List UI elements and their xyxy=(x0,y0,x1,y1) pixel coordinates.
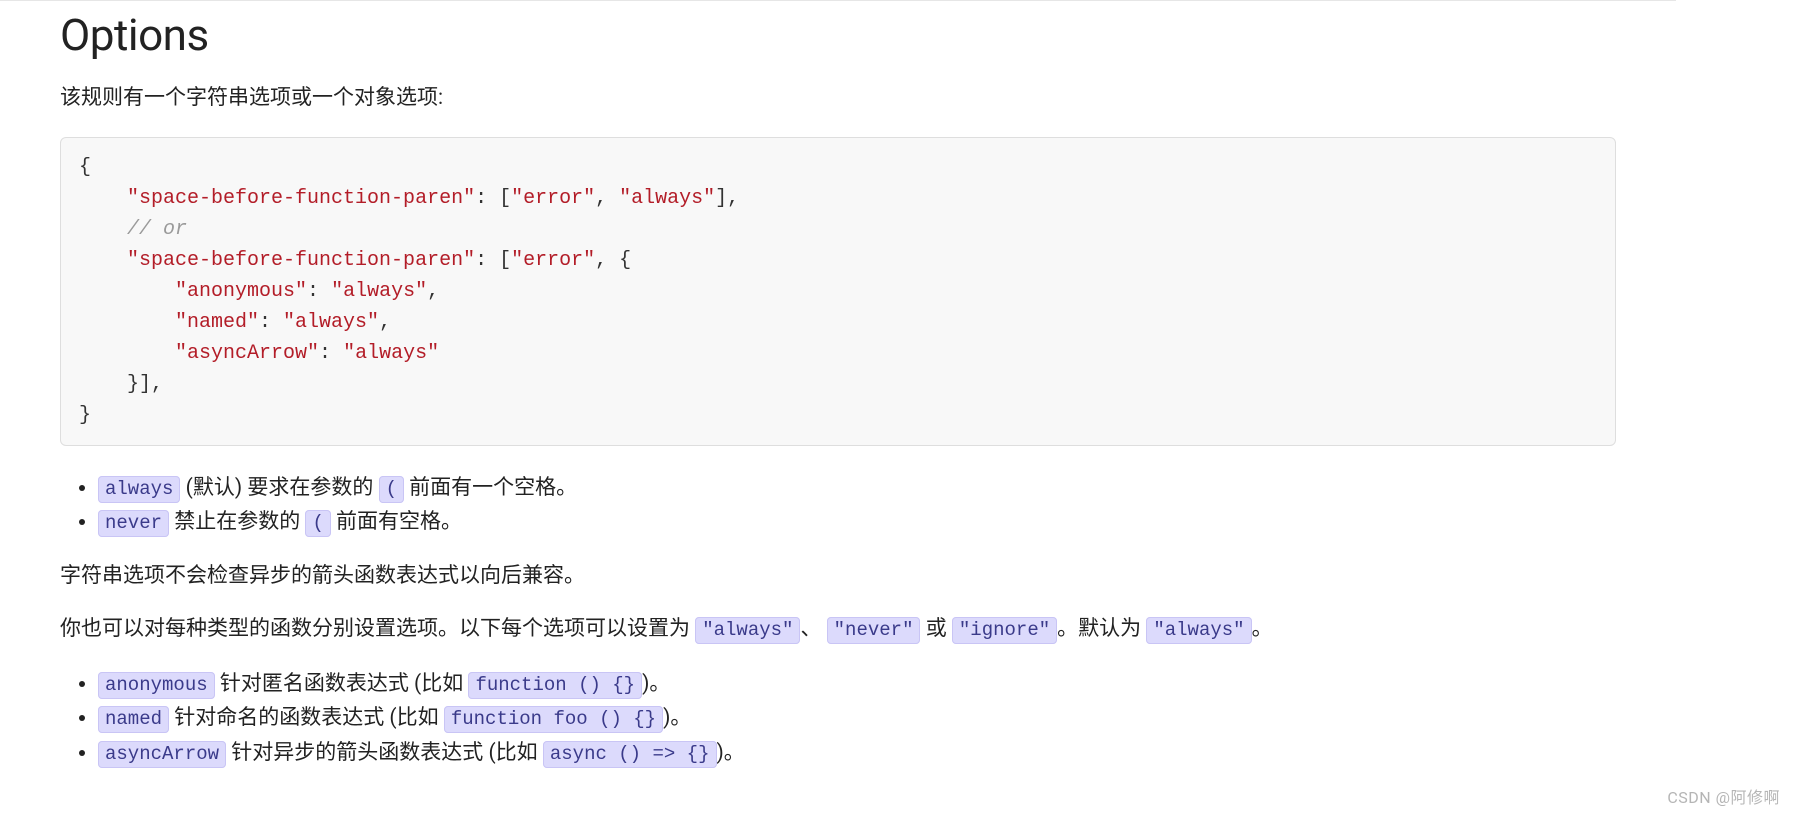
paragraph-text: 、 xyxy=(800,617,821,641)
code-inline-never: never xyxy=(98,510,169,537)
list-item-text: 禁止在参数的 xyxy=(169,510,305,534)
list-item-text: 针对异步的箭头函数表达式 (比如 xyxy=(226,741,543,765)
paragraph: 你也可以对每种类型的函数分别设置选项。以下每个选项可以设置为 "always"、… xyxy=(60,614,1616,646)
options-list-2: anonymous 针对匿名函数表达式 (比如 function () {})。… xyxy=(60,668,1616,770)
code-inline-always: always xyxy=(98,476,180,503)
code-inline-anonymous: anonymous xyxy=(98,672,215,699)
list-item-text: 针对命名的函数表达式 (比如 xyxy=(169,706,444,730)
list-item-text: (默认) 要求在参数的 xyxy=(180,476,378,500)
paragraph-text: 你也可以对每种类型的函数分别设置选项。以下每个选项可以设置为 xyxy=(60,617,695,641)
list-item-text: 针对匿名函数表达式 (比如 xyxy=(215,672,469,696)
code-inline-never-quoted: "never" xyxy=(827,617,921,644)
list-item-text: 前面有空格。 xyxy=(331,510,462,534)
list-item: asyncArrow 针对异步的箭头函数表达式 (比如 async () => … xyxy=(98,737,1616,770)
list-item: always (默认) 要求在参数的 ( 前面有一个空格。 xyxy=(98,472,1616,505)
code-inline-paren: ( xyxy=(305,510,330,537)
code-inline-example: function foo () {} xyxy=(444,706,663,733)
options-list-1: always (默认) 要求在参数的 ( 前面有一个空格。 never 禁止在参… xyxy=(60,472,1616,539)
code-inline-always-quoted: "always" xyxy=(1146,617,1251,644)
code-inline-always-quoted: "always" xyxy=(695,617,800,644)
paragraph-text: 。默认为 xyxy=(1057,617,1146,641)
intro-paragraph: 该规则有一个字符串选项或一个对象选项: xyxy=(60,83,1616,115)
paragraph: 字符串选项不会检查异步的箭头函数表达式以向后兼容。 xyxy=(60,561,1616,593)
list-item-text: )。 xyxy=(663,706,691,730)
section-heading: Options xyxy=(60,9,1616,61)
list-item: never 禁止在参数的 ( 前面有空格。 xyxy=(98,506,1616,539)
code-inline-example: async () => {} xyxy=(543,741,717,768)
paragraph-text: 。 xyxy=(1252,617,1273,641)
watermark: CSDN @阿修啊 xyxy=(1667,784,1780,808)
top-divider xyxy=(0,0,1676,1)
code-block: { "space-before-function-paren": ["error… xyxy=(60,137,1616,446)
code-inline-example: function () {} xyxy=(468,672,642,699)
code-inline-ignore-quoted: "ignore" xyxy=(952,617,1057,644)
list-item: named 针对命名的函数表达式 (比如 function foo () {})… xyxy=(98,702,1616,735)
list-item-text: )。 xyxy=(717,741,745,765)
code-inline-asyncarrow: asyncArrow xyxy=(98,741,226,768)
list-item-text: 前面有一个空格。 xyxy=(404,476,577,500)
code-inline-paren: ( xyxy=(379,476,404,503)
document-page: Options 该规则有一个字符串选项或一个对象选项: { "space-bef… xyxy=(0,0,1676,831)
list-item: anonymous 针对匿名函数表达式 (比如 function () {})。 xyxy=(98,668,1616,701)
code-inline-named: named xyxy=(98,706,169,733)
paragraph-text: 或 xyxy=(920,617,951,641)
list-item-text: )。 xyxy=(642,672,670,696)
